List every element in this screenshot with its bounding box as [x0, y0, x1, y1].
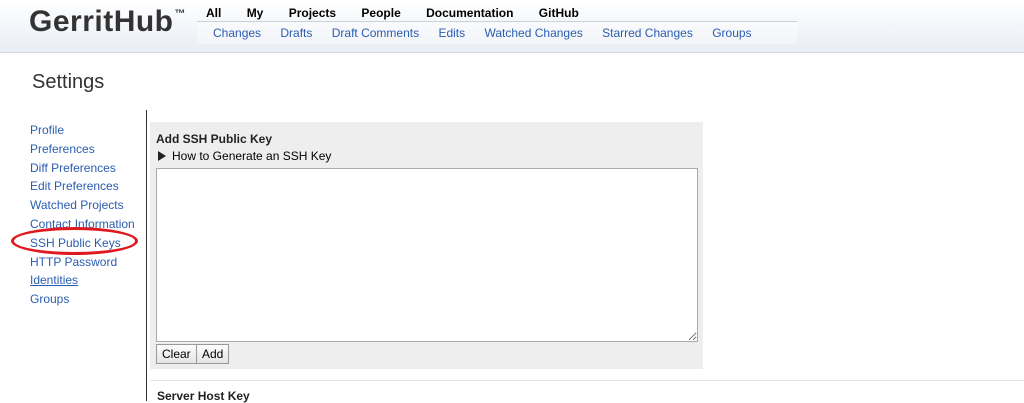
sub-menu: Changes Drafts Draft Comments Edits Watc…	[197, 21, 797, 44]
logo-trademark: ™	[174, 8, 187, 20]
section-divider	[150, 380, 1024, 381]
sidebar-item-ssh-public-keys[interactable]: SSH Public Keys	[30, 234, 135, 253]
sidebar-item-http-password[interactable]: HTTP Password	[30, 253, 135, 272]
panel-title: Add SSH Public Key	[156, 132, 273, 146]
logo-text: GerritHub	[29, 5, 174, 38]
sidebar-item-profile[interactable]: Profile	[30, 121, 135, 140]
top-header: GerritHub™ All My Projects People Docume…	[0, 0, 1024, 53]
top-menu: All My Projects People Documentation Git…	[206, 6, 601, 20]
sidebar-item-edit-preferences[interactable]: Edit Preferences	[30, 177, 135, 196]
menu-projects[interactable]: Projects	[289, 6, 336, 20]
submenu-changes[interactable]: Changes	[213, 26, 261, 40]
submenu-watched-changes[interactable]: Watched Changes	[484, 26, 582, 40]
add-ssh-key-panel: Add SSH Public Key How to Generate an SS…	[150, 122, 703, 369]
ssh-key-textarea[interactable]	[156, 168, 698, 342]
menu-all[interactable]: All	[206, 6, 221, 20]
sidebar-divider	[146, 110, 147, 401]
submenu-starred-changes[interactable]: Starred Changes	[602, 26, 693, 40]
gerrithub-logo[interactable]: GerritHub™	[29, 5, 186, 39]
menu-my[interactable]: My	[247, 6, 264, 20]
sidebar-item-preferences[interactable]: Preferences	[30, 140, 135, 159]
sidebar-item-diff-preferences[interactable]: Diff Preferences	[30, 159, 135, 178]
submenu-groups[interactable]: Groups	[712, 26, 751, 40]
submenu-edits[interactable]: Edits	[438, 26, 465, 40]
menu-documentation[interactable]: Documentation	[426, 6, 513, 20]
disclosure-triangle-icon	[158, 151, 166, 161]
add-button[interactable]: Add	[196, 344, 230, 364]
sidebar-item-identities[interactable]: Identities	[30, 271, 135, 290]
howto-label: How to Generate an SSH Key	[172, 149, 332, 163]
sidebar-item-watched-projects[interactable]: Watched Projects	[30, 196, 135, 215]
page-title: Settings	[32, 71, 105, 93]
sidebar-item-contact-information[interactable]: Contact Information	[30, 215, 135, 234]
menu-github[interactable]: GitHub	[539, 6, 579, 20]
clear-button[interactable]: Clear	[156, 344, 197, 364]
howto-disclosure[interactable]: How to Generate an SSH Key	[158, 149, 331, 163]
submenu-draft-comments[interactable]: Draft Comments	[332, 26, 419, 40]
menu-people[interactable]: People	[361, 6, 400, 20]
submenu-drafts[interactable]: Drafts	[280, 26, 312, 40]
settings-sidebar: Profile Preferences Diff Preferences Edi…	[30, 121, 135, 309]
sidebar-item-groups[interactable]: Groups	[30, 290, 135, 309]
